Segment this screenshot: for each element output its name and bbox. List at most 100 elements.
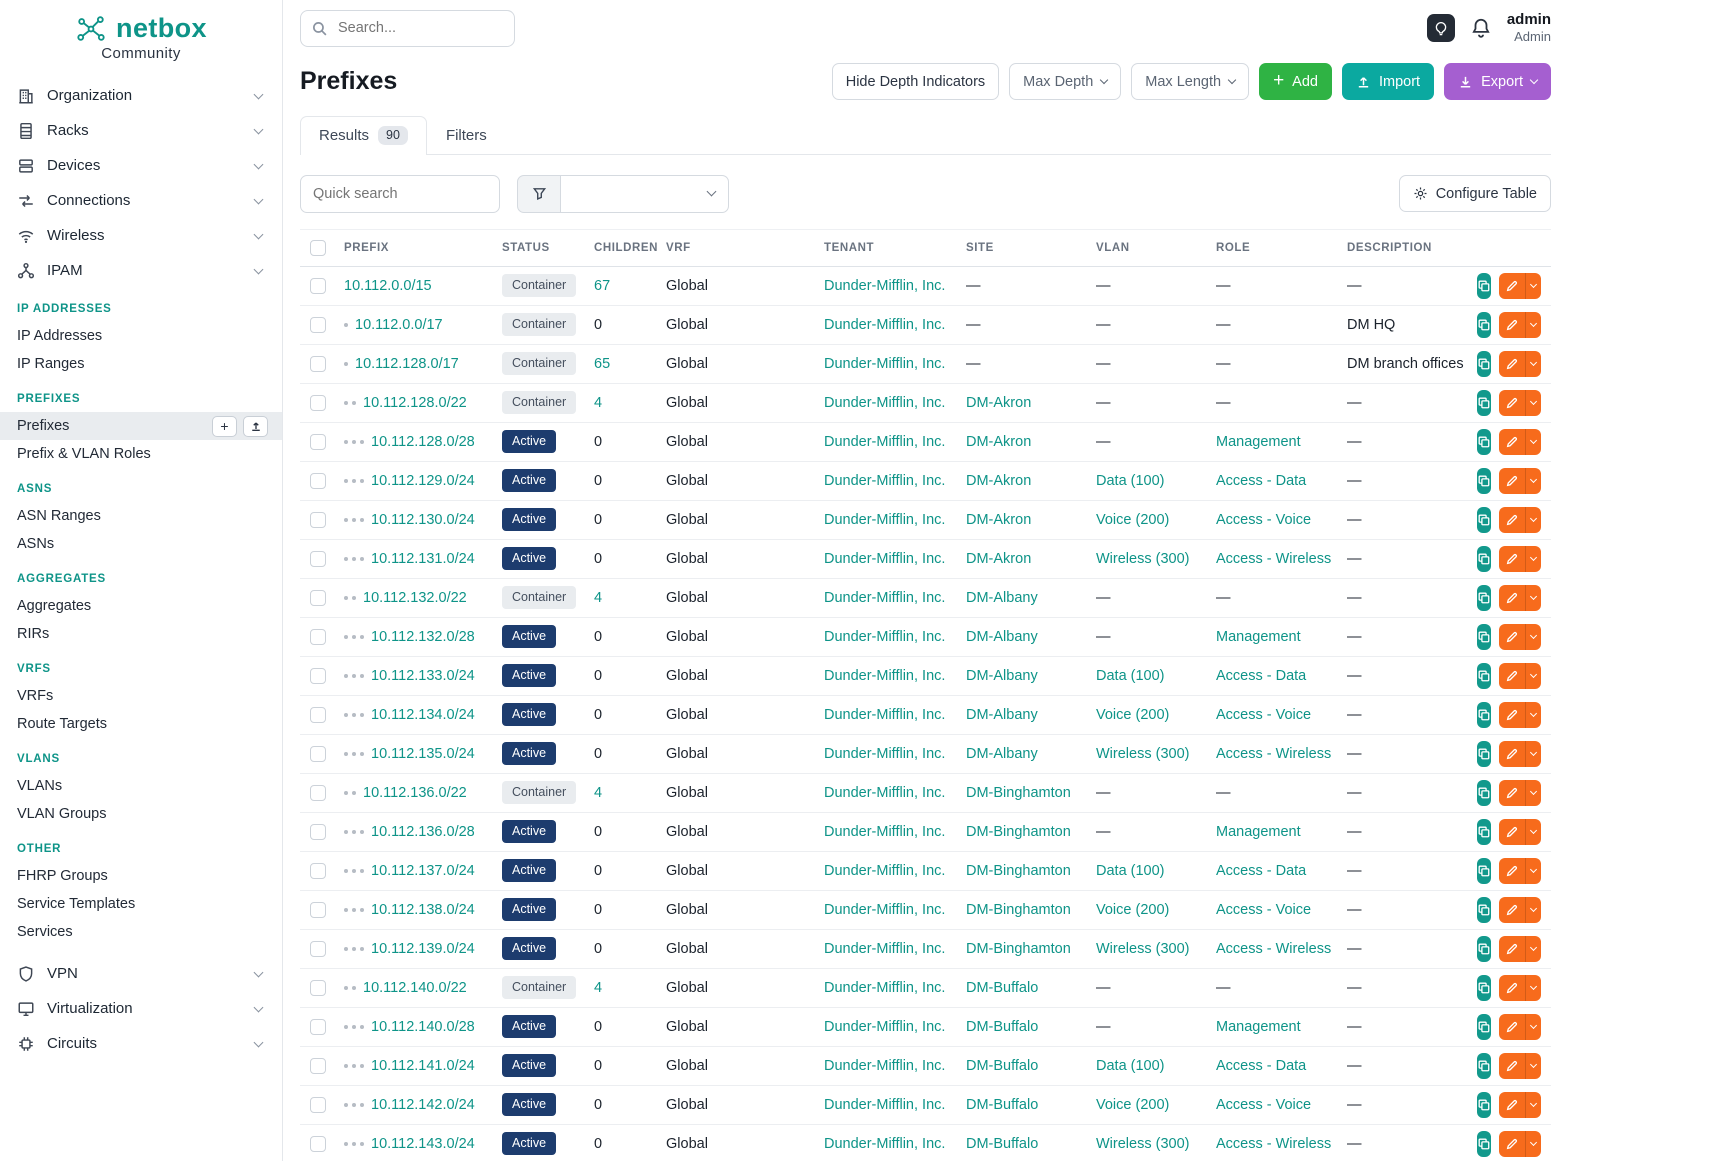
tenant-link[interactable]: Dunder-Mifflin, Inc. [824, 356, 945, 372]
copy-attributes-button[interactable] [1477, 663, 1491, 689]
vlan-link[interactable]: Wireless (300) [1096, 941, 1189, 957]
children-link[interactable]: 4 [594, 590, 602, 606]
role-link[interactable]: Access - Data [1216, 863, 1306, 879]
site-link[interactable]: DM-Buffalo [966, 1058, 1038, 1074]
edit-button[interactable] [1499, 741, 1525, 767]
edit-dropdown-button[interactable] [1525, 273, 1541, 299]
edit-dropdown-button[interactable] [1525, 1014, 1541, 1040]
copy-attributes-button[interactable] [1477, 468, 1491, 494]
tenant-link[interactable]: Dunder-Mifflin, Inc. [824, 629, 945, 645]
prefix-link[interactable]: 10.112.142.0/24 [371, 1097, 475, 1113]
copy-attributes-button[interactable] [1477, 780, 1491, 806]
edit-button[interactable] [1499, 897, 1525, 923]
site-link[interactable]: DM-Akron [966, 395, 1031, 411]
prefix-link[interactable]: 10.112.134.0/24 [371, 707, 475, 723]
edit-button[interactable] [1499, 819, 1525, 845]
vlan-link[interactable]: Voice (200) [1096, 707, 1169, 723]
tab-results[interactable]: Results90 [300, 116, 427, 155]
copy-attributes-button[interactable] [1477, 351, 1491, 377]
edit-button[interactable] [1499, 1053, 1525, 1079]
copy-attributes-button[interactable] [1477, 702, 1491, 728]
sidebar-item-vrfs[interactable]: VRFs [0, 682, 282, 710]
edit-dropdown-button[interactable] [1525, 546, 1541, 572]
site-link[interactable]: DM-Buffalo [966, 980, 1038, 996]
row-checkbox[interactable] [310, 512, 326, 528]
edit-button[interactable] [1499, 468, 1525, 494]
tenant-link[interactable]: Dunder-Mifflin, Inc. [824, 746, 945, 762]
copy-attributes-button[interactable] [1477, 1014, 1491, 1040]
edit-button[interactable] [1499, 546, 1525, 572]
sidebar-item-vlans[interactable]: VLANs [0, 772, 282, 800]
site-link[interactable]: DM-Albany [966, 590, 1038, 606]
tenant-link[interactable]: Dunder-Mifflin, Inc. [824, 1058, 945, 1074]
row-checkbox[interactable] [310, 824, 326, 840]
edit-dropdown-button[interactable] [1525, 429, 1541, 455]
edit-button[interactable] [1499, 1092, 1525, 1118]
role-link[interactable]: Access - Data [1216, 1058, 1306, 1074]
edit-dropdown-button[interactable] [1525, 1053, 1541, 1079]
vlan-link[interactable]: Voice (200) [1096, 1097, 1169, 1113]
prefix-link[interactable]: 10.112.143.0/24 [371, 1136, 475, 1152]
row-checkbox[interactable] [310, 785, 326, 801]
row-checkbox[interactable] [310, 746, 326, 762]
column-header-prefix[interactable]: PREFIX [334, 229, 492, 266]
row-checkbox[interactable] [310, 863, 326, 879]
prefix-link[interactable]: 10.112.131.0/24 [371, 551, 475, 567]
edit-dropdown-button[interactable] [1525, 663, 1541, 689]
saved-filter-select[interactable] [561, 175, 729, 213]
row-checkbox[interactable] [310, 629, 326, 645]
edit-dropdown-button[interactable] [1525, 741, 1541, 767]
row-checkbox[interactable] [310, 1097, 326, 1113]
site-link[interactable]: DM-Buffalo [966, 1097, 1038, 1113]
role-link[interactable]: Management [1216, 629, 1301, 645]
site-link[interactable]: DM-Binghamton [966, 863, 1071, 879]
edit-button[interactable] [1499, 390, 1525, 416]
role-link[interactable]: Access - Data [1216, 668, 1306, 684]
role-link[interactable]: Access - Wireless [1216, 551, 1331, 567]
prefix-link[interactable]: 10.112.140.0/22 [363, 980, 467, 996]
row-checkbox[interactable] [310, 941, 326, 957]
row-checkbox[interactable] [310, 668, 326, 684]
column-header-role[interactable]: ROLE [1206, 229, 1337, 266]
prefix-link[interactable]: 10.112.0.0/15 [344, 278, 432, 294]
sidebar-item-aggregates[interactable]: Aggregates [0, 592, 282, 620]
brand[interactable]: netbox Community [0, 0, 282, 66]
prefix-link[interactable]: 10.112.130.0/24 [371, 512, 475, 528]
edit-button[interactable] [1499, 624, 1525, 650]
vlan-link[interactable]: Voice (200) [1096, 902, 1169, 918]
copy-attributes-button[interactable] [1477, 585, 1491, 611]
vlan-link[interactable]: Data (100) [1096, 668, 1165, 684]
prefix-link[interactable]: 10.112.136.0/28 [371, 824, 475, 840]
vlan-link[interactable]: Data (100) [1096, 1058, 1165, 1074]
tenant-link[interactable]: Dunder-Mifflin, Inc. [824, 590, 945, 606]
quick-add-prefix-button[interactable]: + [212, 416, 237, 437]
sidebar-item-services[interactable]: Services [0, 918, 282, 946]
column-header-site[interactable]: SITE [956, 229, 1086, 266]
site-link[interactable]: DM-Binghamton [966, 941, 1071, 957]
sidebar-item-racks[interactable]: Racks [0, 113, 282, 148]
configure-table-button[interactable]: Configure Table [1399, 175, 1551, 212]
role-link[interactable]: Access - Voice [1216, 902, 1311, 918]
site-link[interactable]: DM-Albany [966, 746, 1038, 762]
quick-import-prefix-button[interactable] [243, 416, 268, 437]
site-link[interactable]: DM-Albany [966, 707, 1038, 723]
import-button[interactable]: Import [1342, 63, 1434, 100]
sidebar-item-virtualization[interactable]: Virtualization [0, 991, 282, 1026]
edit-button[interactable] [1499, 351, 1525, 377]
role-link[interactable]: Management [1216, 824, 1301, 840]
children-link[interactable]: 67 [594, 278, 610, 294]
filter-button[interactable] [517, 175, 561, 213]
tenant-link[interactable]: Dunder-Mifflin, Inc. [824, 1019, 945, 1035]
role-link[interactable]: Access - Voice [1216, 512, 1311, 528]
edit-dropdown-button[interactable] [1525, 936, 1541, 962]
tenant-link[interactable]: Dunder-Mifflin, Inc. [824, 434, 945, 450]
theme-toggle-button[interactable] [1427, 14, 1455, 42]
edit-button[interactable] [1499, 429, 1525, 455]
sidebar-item-prefix-vlan-roles[interactable]: Prefix & VLAN Roles [0, 440, 282, 468]
edit-button[interactable] [1499, 663, 1525, 689]
copy-attributes-button[interactable] [1477, 390, 1491, 416]
copy-attributes-button[interactable] [1477, 741, 1491, 767]
select-all-checkbox[interactable] [310, 240, 326, 256]
edit-dropdown-button[interactable] [1525, 780, 1541, 806]
edit-button[interactable] [1499, 1014, 1525, 1040]
